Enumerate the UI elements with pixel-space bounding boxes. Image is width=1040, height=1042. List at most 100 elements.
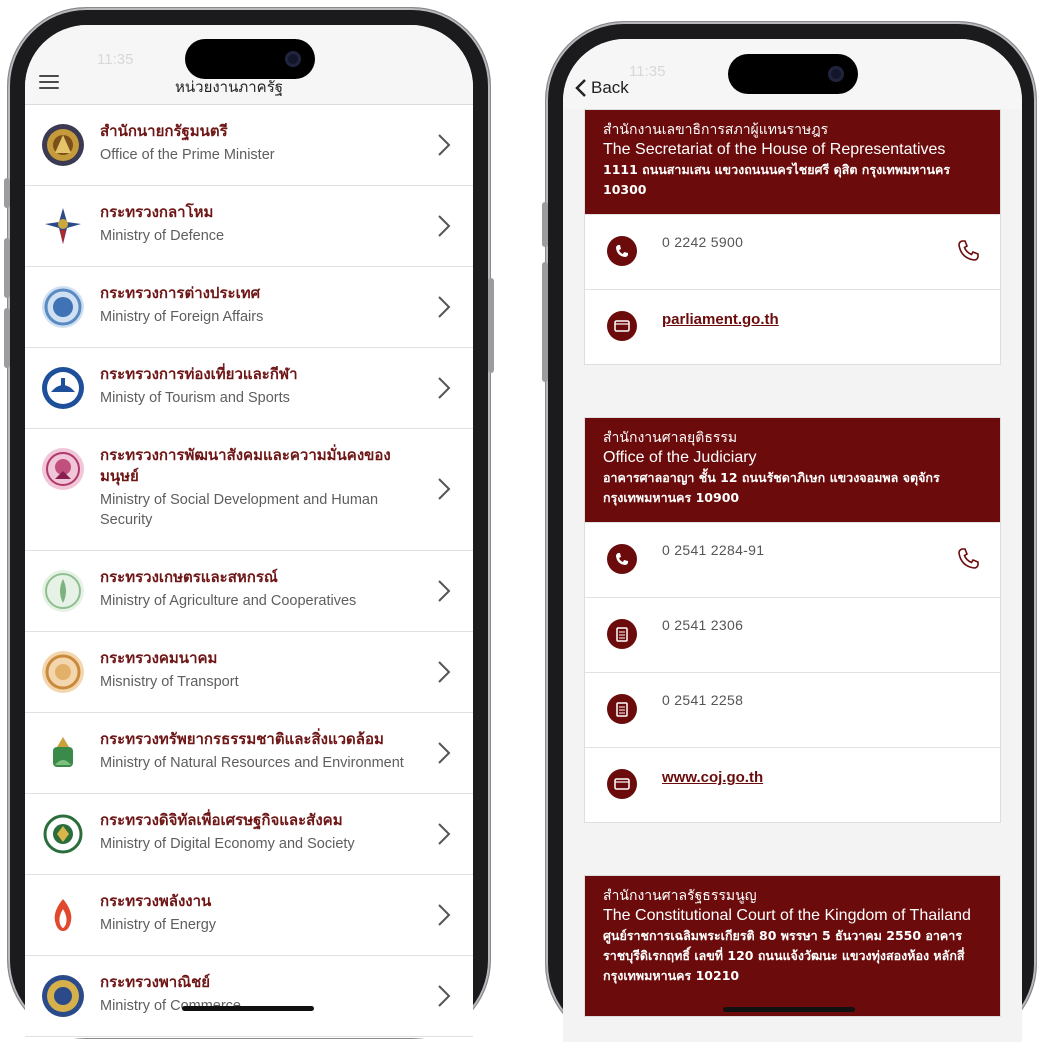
contact-row[interactable]: www.coj.go.th — [585, 747, 1000, 822]
chevron-left-icon — [575, 79, 586, 97]
foreign-affairs-seal-icon — [42, 286, 84, 328]
volume-up-button — [4, 238, 10, 298]
agency-card: สำนักงานเลขาธิการสภาผู้แทนราษฎร The Secr… — [584, 109, 1001, 365]
list-item[interactable]: กระทรวงกลาโหม Ministry of Defence — [25, 186, 473, 267]
list-item[interactable]: กระทรวงทรัพยากรธรรมชาติและสิ่งแวดล้อม Mi… — [25, 713, 473, 794]
ministry-name-th: กระทรวงพาณิชย์ — [100, 973, 211, 991]
agency-name-en: Office of the Judiciary — [603, 449, 757, 466]
volume-down-button — [4, 308, 10, 368]
defence-emblem-icon — [45, 208, 81, 244]
mute-switch — [4, 178, 10, 208]
dynamic-island — [185, 39, 315, 79]
home-indicator[interactable] — [182, 1006, 314, 1011]
volume-down-button — [542, 262, 548, 382]
fax-icon — [607, 694, 637, 724]
back-label: Back — [591, 78, 629, 97]
ministry-list: สำนักนายกรัฐมนตรี Office of the Prime Mi… — [25, 105, 473, 1037]
web-icon — [607, 769, 637, 799]
back-button[interactable]: Back — [575, 75, 629, 101]
natural-resources-seal-icon — [53, 737, 73, 767]
chevron-right-icon — [438, 985, 451, 1007]
ministry-name-en: Ministry of Defence — [100, 228, 225, 244]
contact-row[interactable]: parliament.go.th — [585, 289, 1000, 364]
menu-icon[interactable] — [39, 75, 59, 89]
chevron-right-icon — [438, 742, 451, 764]
list-item[interactable]: กระทรวงพลังงาน Ministry of Energy — [25, 875, 473, 956]
list-item[interactable]: กระทรวงดิจิทัลเพื่อเศรษฐกิจและสังคม Mini… — [25, 794, 473, 875]
phone-icon — [607, 544, 637, 574]
chevron-right-icon — [438, 823, 451, 845]
chevron-right-icon — [438, 377, 451, 399]
contact-row[interactable]: 0 2541 2306 — [585, 597, 1000, 672]
chevron-right-icon — [438, 296, 451, 318]
call-icon[interactable] — [956, 237, 982, 263]
ministry-name-en: Ministy of Tourism and Sports — [100, 390, 290, 406]
phone-number: 0 2242 5900 — [662, 234, 744, 250]
power-button — [488, 278, 494, 373]
phone-icon — [607, 236, 637, 266]
agency-name-th: สำนักงานศาลรัฐธรรมนูญ — [603, 888, 757, 904]
dynamic-island — [728, 54, 858, 94]
transport-seal-icon — [42, 651, 84, 693]
list-item[interactable]: กระทรวงพาณิชย์ Ministry of Commerce — [25, 956, 473, 1037]
ministry-name-en: Misnistry of Transport — [100, 674, 239, 690]
volume-up-button — [542, 202, 548, 247]
right-screen: 11:35 Back สำนักงานเลขาธิการสภาผู้แทนราษ… — [563, 39, 1022, 1042]
agency-address: ศูนย์ราชการเฉลิมพระเกียรติ 80 พรรษา 5 ธั… — [603, 928, 965, 983]
ministry-name-th: กระทรวงพลังงาน — [100, 892, 212, 910]
ministry-name-th: กระทรวงการท่องเที่ยวและกีฬา — [100, 365, 298, 383]
list-item[interactable]: กระทรวงคมนาคม Misnistry of Transport — [25, 632, 473, 713]
list-item[interactable]: กระทรวงการต่างประเทศ Ministry of Foreign… — [25, 267, 473, 348]
list-item[interactable]: กระทรวงการท่องเที่ยวและกีฬา Ministy of T… — [25, 348, 473, 429]
chevron-right-icon — [438, 215, 451, 237]
agency-name-th: สำนักงานเลขาธิการสภาผู้แทนราษฎร — [603, 122, 829, 138]
website-link[interactable]: parliament.go.th — [662, 311, 779, 328]
ministry-name-th: กระทรวงการต่างประเทศ — [100, 284, 261, 302]
contact-row[interactable]: 0 2242 5900 — [585, 214, 1000, 289]
ministry-name-th: กระทรวงการพัฒนาสังคมและความมั่นคงของมนุษ… — [100, 446, 391, 485]
website-link[interactable]: www.coj.go.th — [662, 769, 763, 786]
agency-name-en: The Secretariat of the House of Represen… — [603, 141, 946, 158]
agriculture-seal-icon — [42, 570, 84, 612]
ministry-name-th: กระทรวงดิจิทัลเพื่อเศรษฐกิจและสังคม — [100, 811, 343, 829]
social-development-seal-icon — [42, 448, 84, 490]
ministry-name-en: Ministry of Energy — [100, 917, 217, 933]
list-item[interactable]: กระทรวงเกษตรและสหกรณ์ Ministry of Agricu… — [25, 551, 473, 632]
agency-address: อาคารศาลอาญา ชั้น 12 ถนนรัชดาภิเษก แขวงจ… — [603, 470, 940, 505]
list-item[interactable]: กระทรวงการพัฒนาสังคมและความมั่นคงของมนุษ… — [25, 429, 473, 551]
ministry-name-en: Ministry of Digital Economy and Society — [100, 836, 355, 852]
call-icon[interactable] — [956, 545, 982, 571]
agency-name-th: สำนักงานศาลยุติธรรม — [603, 430, 738, 446]
chevron-right-icon — [438, 661, 451, 683]
ministry-name-th: กระทรวงคมนาคม — [100, 649, 218, 667]
chevron-right-icon — [438, 580, 451, 602]
fax-icon — [607, 619, 637, 649]
contact-row[interactable]: 0 2541 2258 — [585, 672, 1000, 747]
agency-header: สำนักงานศาลรัฐธรรมนูญ The Constitutional… — [585, 876, 1000, 1016]
agency-name-en: The Constitutional Court of the Kingdom … — [603, 907, 971, 924]
agency-header: สำนักงานศาลยุติธรรม Office of the Judici… — [585, 418, 1000, 522]
web-icon — [607, 311, 637, 341]
tourism-sports-seal-icon — [42, 367, 84, 409]
digital-economy-seal-icon — [43, 814, 83, 854]
fax-number: 0 2541 2258 — [662, 692, 744, 708]
commerce-seal-icon — [42, 975, 84, 1017]
contact-row[interactable]: 0 2541 2284-91 — [585, 522, 1000, 597]
ministry-name-en: Ministry of Natural Resources and Enviro… — [100, 755, 404, 771]
energy-flame-icon — [54, 899, 72, 931]
chevron-right-icon — [438, 904, 451, 926]
ministry-name-th: กระทรวงกลาโหม — [100, 203, 214, 221]
list-item[interactable]: สำนักนายกรัฐมนตรี Office of the Prime Mi… — [25, 105, 473, 186]
ministry-name-th: กระทรวงทรัพยากรธรรมชาติและสิ่งแวดล้อม — [100, 730, 384, 748]
contact-scroll-area[interactable]: สำนักงานเลขาธิการสภาผู้แทนราษฎร The Secr… — [563, 109, 1022, 1042]
right-phone-frame: 11:35 Back สำนักงานเลขาธิการสภาผู้แทนราษ… — [542, 22, 1036, 1042]
chevron-right-icon — [438, 478, 451, 500]
agency-card: สำนักงานศาลรัฐธรรมนูญ The Constitutional… — [584, 875, 1001, 1017]
agency-card: สำนักงานศาลยุติธรรม Office of the Judici… — [584, 417, 1001, 823]
prime-minister-seal-icon — [42, 124, 84, 166]
chevron-right-icon — [438, 134, 451, 156]
left-phone-frame: 11:35 หน่วยงานภาครัฐ สำนักนายกรัฐมนตรี O… — [4, 8, 494, 1038]
home-indicator[interactable] — [723, 1007, 855, 1012]
phone-number: 0 2541 2284-91 — [662, 542, 765, 558]
ministry-name-th: สำนักนายกรัฐมนตรี — [100, 122, 228, 140]
